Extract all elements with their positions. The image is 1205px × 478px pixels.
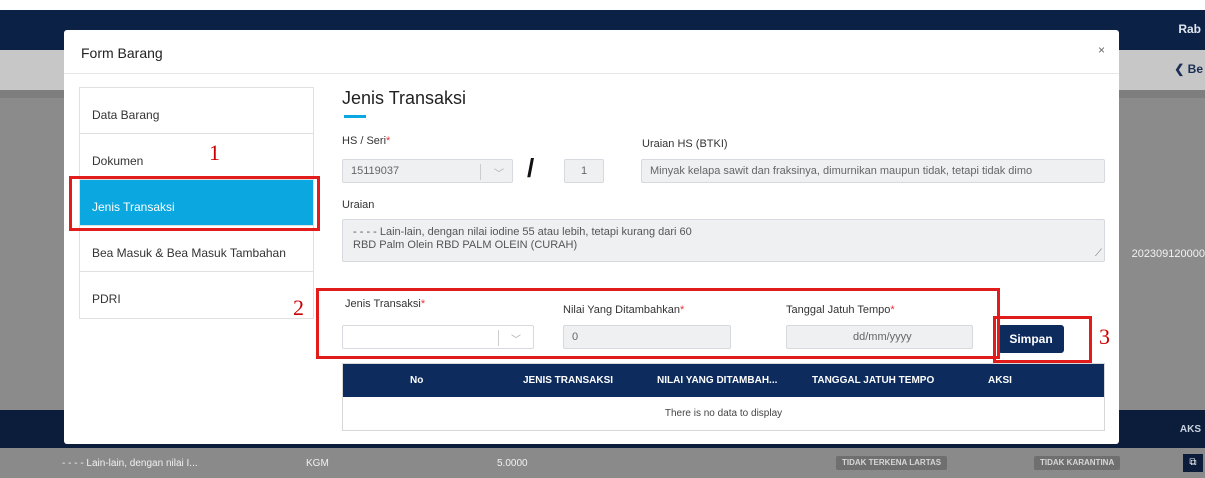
topbar-day-text: Rab xyxy=(1178,22,1201,36)
hs-seri-label: HS / Seri* xyxy=(342,135,391,147)
column-header-jenis-transaksi[interactable]: JENIS TRANSAKSI xyxy=(523,375,613,386)
uraian-hs-value: Minyak kelapa sawit dan fraksinya, dimur… xyxy=(650,165,1033,177)
hs-seri-separator: / xyxy=(527,153,535,183)
column-header-nilai[interactable]: NILAI YANG DITAMBAH... xyxy=(657,375,777,386)
copy-icon[interactable]: ⧉ xyxy=(1183,454,1203,472)
section-title-underline xyxy=(344,115,366,118)
annotation-box-2 xyxy=(316,288,1000,359)
hs-code-select[interactable]: 15119037 ﹀ xyxy=(342,159,513,183)
karantina-badge: TIDAK KARANTINA xyxy=(1034,456,1121,470)
app-table-row: - - - - Lain-lain, dengan nilai I... KGM… xyxy=(0,448,1205,478)
uraian-textarea[interactable]: - - - - Lain-lain, dengan nilai iodine 5… xyxy=(342,219,1105,262)
row-uraian: - - - - Lain-lain, dengan nilai I... xyxy=(62,458,198,469)
sidebar-item-dokumen[interactable]: Dokumen xyxy=(80,134,313,180)
column-header-aksi[interactable]: AKSI xyxy=(988,375,1012,386)
select-divider xyxy=(480,164,481,180)
uraian-line-2: RBD Palm Olein RBD PALM OLEIN (CURAH) xyxy=(353,239,578,251)
screen: Rab ❮ Be 202309120000 AKS - - - - Lain-l… xyxy=(0,0,1205,478)
transaksi-table: No JENIS TRANSAKSI NILAI YANG DITAMBAH..… xyxy=(342,363,1105,431)
annotation-number-3: 3 xyxy=(1099,324,1110,349)
column-header-no[interactable]: No xyxy=(410,375,423,386)
annotation-number-1: 1 xyxy=(209,140,220,165)
column-header-tanggal[interactable]: TANGGAL JATUH TEMPO xyxy=(812,375,934,386)
close-icon[interactable]: × xyxy=(1098,43,1105,57)
uraian-hs-field: Minyak kelapa sawit dan fraksinya, dimur… xyxy=(641,159,1105,183)
annotation-number-2: 2 xyxy=(293,295,304,320)
sidebar-item-bea-masuk[interactable]: Bea Masuk & Bea Masuk Tambahan xyxy=(80,226,313,272)
section-title: Jenis Transaksi xyxy=(342,88,467,108)
sidebar-item-data-barang[interactable]: Data Barang xyxy=(80,88,313,134)
app-table-header-action: AKS xyxy=(1179,424,1201,435)
table-empty-message: There is no data to display xyxy=(664,408,783,419)
sidebar-item-pdri[interactable]: PDRI xyxy=(80,272,313,318)
row-satuan: KGM xyxy=(306,458,329,469)
reference-number: 202309120000 xyxy=(1131,248,1205,260)
seri-value: 1 xyxy=(580,165,588,177)
modal-header: Form Barang × xyxy=(64,30,1119,74)
uraian-label: Uraian xyxy=(342,199,375,211)
annotation-box-3 xyxy=(993,316,1092,363)
hs-code-value: 15119037 xyxy=(351,165,400,177)
seri-input[interactable]: 1 xyxy=(564,159,604,183)
uraian-line-1: - - - - Lain-lain, dengan nilai iodine 5… xyxy=(353,226,692,238)
lartas-badge: TIDAK TERKENA LARTAS xyxy=(836,456,948,470)
annotation-box-1 xyxy=(69,176,320,231)
uraian-hs-label: Uraian HS (BTKI) xyxy=(642,138,728,150)
row-jumlah: 5.0000 xyxy=(497,458,528,469)
chevron-down-icon: ﹀ xyxy=(494,169,504,180)
resize-handle-icon[interactable]: ⟋ xyxy=(1095,247,1102,260)
modal-title: Form Barang xyxy=(81,45,163,61)
table-header-row: No JENIS TRANSAKSI NILAI YANG DITAMBAH..… xyxy=(343,364,1104,397)
back-link[interactable]: ❮ Be xyxy=(1174,62,1203,76)
